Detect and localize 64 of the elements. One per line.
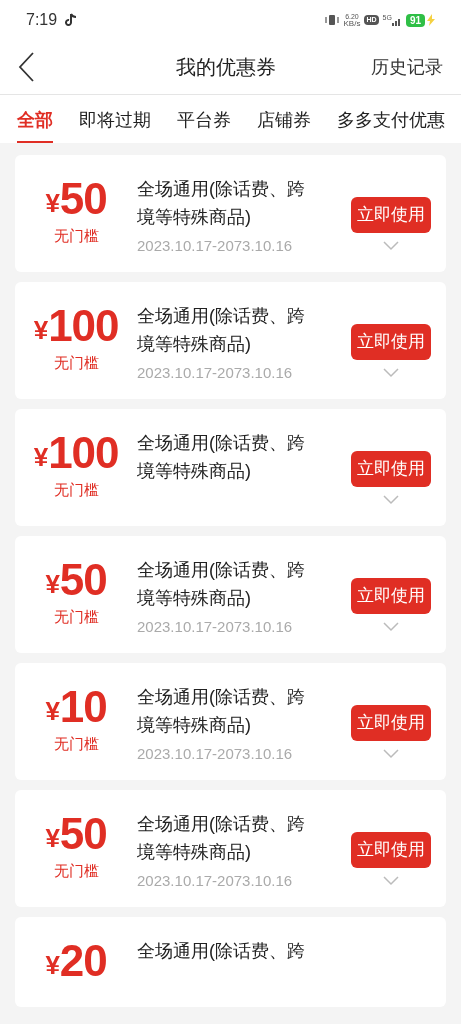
coupon-condition: 无门槛	[53, 734, 99, 754]
currency-symbol: ¥	[45, 571, 60, 597]
coupon-title: 全场通用(除话费、跨	[137, 686, 306, 709]
coupon-amount: 10	[59, 685, 107, 729]
tab[interactable]: 平台券	[177, 95, 231, 143]
battery-level: 91	[405, 13, 425, 27]
chevron-down-icon[interactable]	[383, 241, 399, 251]
coupon-title: 境等特殊商品)	[137, 333, 252, 356]
coupon-amount: 50	[59, 177, 107, 221]
tab[interactable]: 即将过期	[79, 95, 151, 143]
tab[interactable]: 店铺券	[257, 95, 311, 143]
vibrate-icon	[323, 14, 340, 26]
speed-unit: KB/s	[343, 19, 361, 28]
coupon-title: 境等特殊商品)	[137, 587, 252, 610]
coupon-title: 全场通用(除话费、跨	[137, 305, 306, 328]
use-now-button[interactable]: 立即使用	[351, 705, 431, 741]
coupon-amount: 50	[59, 812, 107, 856]
coupon-title: 境等特殊商品)	[137, 714, 252, 737]
tab[interactable]: 全部	[17, 95, 53, 143]
use-now-button[interactable]: 立即使用	[351, 832, 431, 868]
chevron-down-icon[interactable]	[383, 368, 399, 378]
coupon-validity: 2023.10.17-2073.10.16	[137, 236, 294, 256]
coupon-title: 全场通用(除话费、跨	[137, 559, 306, 582]
coupon-title: 境等特殊商品)	[137, 206, 252, 229]
chevron-down-icon[interactable]	[383, 749, 399, 759]
use-now-button[interactable]: 立即使用	[351, 197, 431, 233]
currency-symbol: ¥	[45, 698, 60, 724]
currency-symbol: ¥	[33, 317, 49, 343]
coupon-validity: 2023.10.17-2073.10.16	[137, 871, 294, 891]
currency-symbol: ¥	[45, 952, 60, 978]
tab[interactable]: 多多支付优惠	[337, 95, 445, 143]
use-now-button[interactable]: 立即使用	[351, 578, 431, 614]
music-note-icon	[65, 13, 78, 27]
currency-symbol: ¥	[45, 190, 60, 216]
coupon-title: 全场通用(除话费、跨	[137, 813, 306, 836]
coupon-condition: 无门槛	[53, 607, 99, 627]
back-icon[interactable]	[18, 52, 34, 82]
coupon-title: 境等特殊商品)	[137, 460, 252, 483]
chevron-down-icon[interactable]	[383, 876, 399, 886]
use-now-button[interactable]: 立即使用	[351, 451, 431, 487]
chevron-down-icon[interactable]	[383, 495, 399, 505]
coupon-title: 全场通用(除话费、跨	[137, 940, 306, 963]
coupon-condition: 无门槛	[53, 861, 99, 881]
chevron-down-icon[interactable]	[383, 622, 399, 632]
coupon-title: 全场通用(除话费、跨	[137, 178, 306, 201]
coupon-validity: 2023.10.17-2073.10.16	[137, 617, 294, 637]
coupon-condition: 无门槛	[53, 480, 99, 500]
status-time: 7:19	[26, 10, 58, 30]
coupon-amount: 50	[59, 558, 107, 602]
coupon-title: 境等特殊商品)	[137, 841, 252, 864]
coupon-amount: 20	[59, 939, 107, 983]
coupon-condition: 无门槛	[53, 226, 99, 246]
signal-icon	[391, 18, 402, 26]
currency-symbol: ¥	[33, 444, 49, 470]
history-link[interactable]: 历史记录	[371, 53, 443, 81]
coupon-condition: 无门槛	[53, 353, 99, 373]
coupon-title: 全场通用(除话费、跨	[137, 432, 306, 455]
coupon-validity: 2023.10.17-2073.10.16	[137, 744, 294, 764]
page-title: 我的优惠券	[176, 55, 276, 80]
coupon-validity: 2023.10.17-2073.10.16	[137, 363, 294, 383]
coupon-amount: 100	[48, 431, 119, 475]
currency-symbol: ¥	[45, 825, 60, 851]
coupon-amount: 100	[48, 304, 119, 348]
use-now-button[interactable]: 立即使用	[351, 324, 431, 360]
